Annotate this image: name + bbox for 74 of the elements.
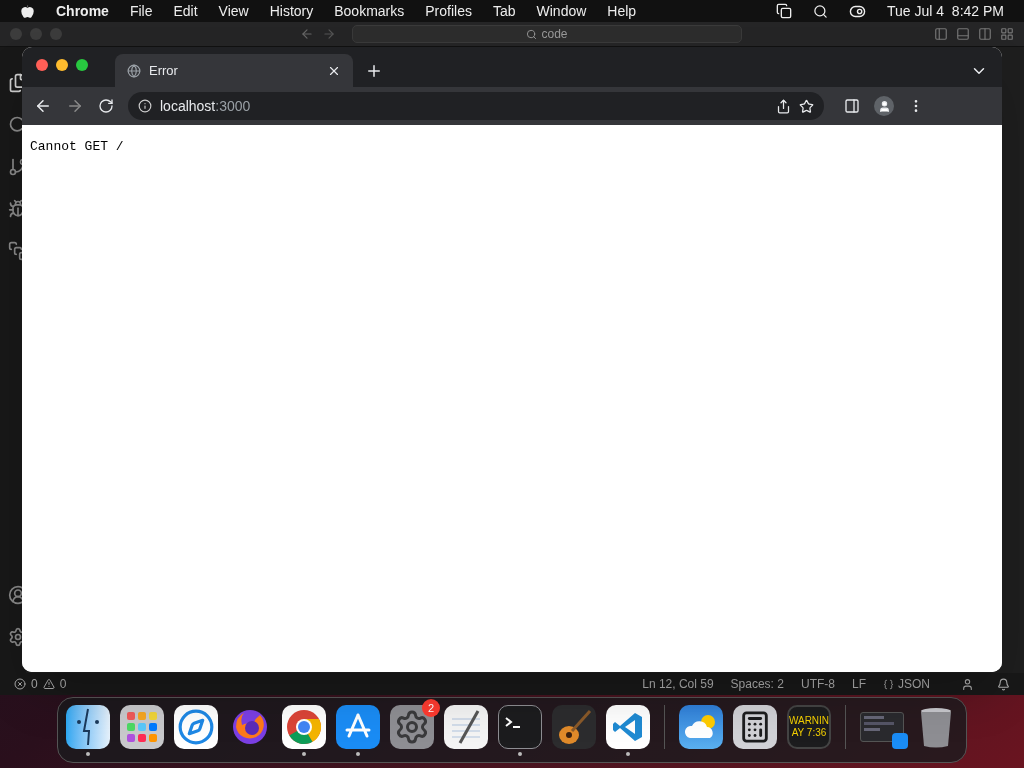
menu-item[interactable]: History [269,0,314,22]
calculator-icon[interactable] [733,705,777,749]
error-icon[interactable] [14,678,26,690]
menu-item[interactable]: View [218,0,249,22]
info-icon[interactable] [138,99,152,113]
notification-badge: 2 [422,699,440,717]
console-text: WARNIN [788,715,830,727]
address-bar[interactable]: localhost:3000 [128,92,824,120]
search-icon[interactable] [813,3,828,19]
settings-icon[interactable] [8,627,22,647]
weather-icon[interactable] [679,705,723,749]
profile-avatar[interactable] [874,96,894,116]
menu-item[interactable]: Edit [173,0,198,22]
share-icon[interactable] [776,98,791,114]
close-window-button[interactable] [36,59,48,71]
terminal-icon[interactable] [498,705,542,749]
console-icon[interactable]: WARNIN AY 7:36 [787,705,831,749]
status-item[interactable]: JSON [898,675,930,693]
launchpad-icon[interactable] [120,705,164,749]
branch-icon[interactable] [8,157,22,177]
menu-item[interactable]: Tab [492,0,516,22]
settings-icon[interactable] [390,705,434,749]
status-item[interactable]: UTF-8 [800,675,835,693]
status-item[interactable]: Ln 12, Col 59 [642,675,714,693]
menu-app-name[interactable]: Chrome [56,0,109,22]
running-indicator [518,752,522,756]
files-icon[interactable] [8,73,22,93]
menu-item[interactable]: Help [607,0,637,22]
bug-icon[interactable] [8,199,22,219]
warning-count[interactable]: 0 [59,675,67,693]
warning-icon[interactable] [42,678,55,690]
console-text: AY 7:36 [791,727,827,739]
braces-icon [883,678,894,690]
browser-tab[interactable]: Error [115,54,353,87]
code-editor-icon[interactable] [606,705,650,749]
notification-bell-icon[interactable] [997,677,1010,691]
notepad-icon[interactable] [444,705,488,749]
search-icon [526,28,538,40]
screen-mirroring-icon[interactable] [776,3,792,19]
forward-icon[interactable] [66,97,84,115]
menu-item[interactable]: Bookmarks [334,0,405,22]
running-indicator [626,752,630,756]
back-icon[interactable] [34,97,52,115]
layout-icon[interactable] [934,27,948,41]
zoom-window-button[interactable] [76,59,88,71]
bookmark-star-icon[interactable] [799,98,814,114]
app-store-icon[interactable] [336,705,380,749]
menu-item[interactable]: File [129,0,153,22]
compass-icon[interactable] [174,705,218,749]
running-indicator [302,752,306,756]
new-tab-icon[interactable] [365,62,383,80]
guitar-icon[interactable] [552,705,596,749]
menu-item[interactable]: Profiles [425,0,472,22]
error-count[interactable]: 0 [31,675,38,693]
chrome-icon[interactable] [282,705,326,749]
status-item[interactable]: LF [851,675,866,693]
minimize-window-button[interactable] [56,59,68,71]
running-indicator [86,752,90,756]
layout-icon[interactable] [1000,27,1014,41]
menu-item[interactable]: Window [536,0,587,22]
account-icon[interactable] [8,585,22,605]
finder-icon[interactable] [66,705,110,749]
side-panel-icon[interactable] [844,98,860,114]
layout-icon[interactable] [978,27,992,41]
status-item[interactable]: Spaces: 2 [730,675,784,693]
menu-bar-clock[interactable]: Tue Jul 4 8:42 PM [887,0,1004,22]
globe-icon [127,63,141,78]
feedback-icon[interactable] [961,677,974,691]
extensions-icon[interactable] [8,241,22,261]
command-center-search[interactable]: code [352,25,742,43]
running-indicator [356,752,360,756]
page-text: Cannot GET / [30,139,124,154]
layout-icon[interactable] [956,27,970,41]
reload-icon[interactable] [98,98,114,114]
